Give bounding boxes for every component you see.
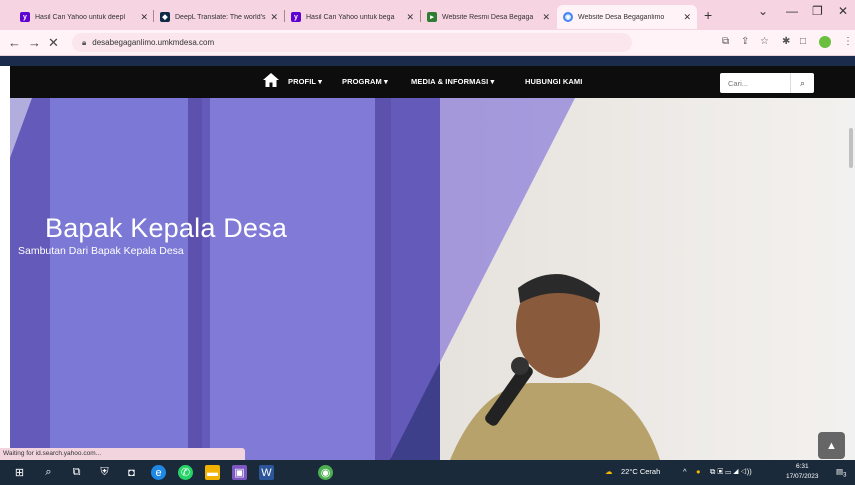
site-icon: ▸ bbox=[427, 12, 437, 22]
tab-title: DeepL Translate: The world's bbox=[175, 13, 266, 21]
close-window-button[interactable]: ✕ bbox=[838, 4, 848, 18]
taskbar-clock[interactable]: 6:31 17/07/2023 bbox=[786, 462, 819, 482]
browser-tab[interactable]: y Hasil Cari Yahoo untuk bega ✕ bbox=[285, 5, 420, 29]
profile-avatar[interactable] bbox=[819, 36, 831, 48]
minimize-button[interactable]: — bbox=[786, 4, 798, 18]
file-explorer-icon[interactable]: ▬ bbox=[205, 465, 220, 480]
lock-icon: 🔒︎ bbox=[82, 37, 87, 47]
translate-icon[interactable]: ⧉ bbox=[722, 36, 729, 47]
bookmark-star-icon[interactable]: ☆ bbox=[760, 36, 769, 47]
word-icon[interactable]: W bbox=[259, 465, 274, 480]
stop-button[interactable]: ✕ bbox=[48, 35, 59, 51]
tab-title: Hasil Cari Yahoo untuk bega bbox=[306, 13, 395, 21]
windows-taskbar: ⊞ ⌕ ⧉ ⛨ ◘ e ✆ ▬ ▣ W ◉ ☁ 22°C Cerah ^ ● ⧉… bbox=[0, 460, 855, 485]
tray-chevron-icon[interactable]: ^ bbox=[683, 467, 687, 476]
hero-title: Bapak Kepala Desa bbox=[45, 213, 288, 243]
tray-icons[interactable]: ⧉ ▣ ▭ ◢ ◁)) bbox=[710, 467, 752, 477]
nav-hubungi-kami[interactable]: HUBUNGI KAMI bbox=[525, 77, 582, 86]
windows-start-icon[interactable]: ⊞ bbox=[12, 465, 27, 480]
browser-tab[interactable]: y Hasil Cari Yahoo untuk deepl ✕ bbox=[14, 5, 154, 29]
nav-program[interactable]: PROGRAM ▾ bbox=[342, 77, 388, 86]
yahoo-icon: y bbox=[291, 12, 301, 22]
close-tab-icon[interactable]: ✕ bbox=[140, 12, 148, 23]
notification-icon[interactable]: ▤3 bbox=[836, 467, 846, 479]
browser-status-bar: Waiting for id.search.yahoo.com... bbox=[0, 448, 245, 460]
weather-text[interactable]: 22°C Cerah bbox=[621, 467, 660, 476]
close-tab-icon[interactable]: ✕ bbox=[270, 12, 278, 23]
whatsapp-icon[interactable]: ✆ bbox=[178, 465, 193, 480]
tab-title: Hasil Cari Yahoo untuk deepl bbox=[35, 13, 126, 21]
new-tab-button[interactable]: + bbox=[704, 7, 712, 23]
browser-tab-active[interactable]: ◉ Website Desa Begaganlimo ✕ bbox=[557, 5, 697, 29]
security-icon[interactable]: ⛨ bbox=[97, 465, 112, 480]
browser-tab-strip: y Hasil Cari Yahoo untuk deepl ✕ ◆ DeepL… bbox=[0, 0, 855, 30]
scroll-to-top-button[interactable]: ▲ bbox=[818, 432, 845, 459]
share-icon[interactable]: ⇪ bbox=[741, 36, 749, 47]
browser-toolbar: ← → ✕ 🔒︎ desabegaganlimo.umkmdesa.com ⧉ … bbox=[0, 30, 855, 56]
yahoo-icon: y bbox=[20, 12, 30, 22]
app-icon[interactable]: ▣ bbox=[232, 465, 247, 480]
hero-banner: Bapak Kepala Desa Sambutan Dari Bapak Ke… bbox=[10, 98, 847, 460]
home-icon[interactable] bbox=[263, 73, 279, 87]
close-tab-icon[interactable]: ✕ bbox=[683, 12, 691, 23]
site-top-band bbox=[0, 56, 855, 66]
browser-tab[interactable]: ▸ Website Resmi Desa Begaga ✕ bbox=[421, 5, 556, 29]
screen: y Hasil Cari Yahoo untuk deepl ✕ ◆ DeepL… bbox=[0, 0, 855, 485]
address-bar[interactable]: 🔒︎ desabegaganlimo.umkmdesa.com bbox=[72, 33, 632, 52]
nav-profil[interactable]: PROFIL ▾ bbox=[288, 77, 322, 86]
close-tab-icon[interactable]: ✕ bbox=[406, 12, 414, 23]
weather-icon: ☁ bbox=[605, 467, 613, 476]
sidebar-icon[interactable]: □ bbox=[800, 36, 806, 47]
edge-icon[interactable]: e bbox=[151, 465, 166, 480]
search-icon[interactable]: ⌕ bbox=[41, 465, 56, 480]
page-scrollbar[interactable] bbox=[847, 98, 855, 460]
search-input[interactable] bbox=[720, 73, 790, 93]
task-view-icon[interactable]: ⧉ bbox=[69, 465, 84, 480]
back-button[interactable]: ← bbox=[8, 35, 21, 50]
tab-title: Website Desa Begaganlimo bbox=[578, 13, 665, 21]
hero-image bbox=[10, 98, 847, 460]
tray-app-icon[interactable]: ● bbox=[696, 467, 701, 476]
site-search: ⌕ bbox=[720, 73, 814, 93]
site-navbar: PROFIL ▾ PROGRAM ▾ MEDIA & INFORMASI ▾ H… bbox=[10, 66, 855, 98]
hero-subtitle: Sambutan Dari Bapak Kepala Desa bbox=[18, 245, 184, 257]
search-icon[interactable]: ⌕ bbox=[790, 73, 814, 93]
maximize-button[interactable]: ❐ bbox=[812, 4, 823, 18]
camera-icon[interactable]: ◘ bbox=[124, 465, 139, 480]
chrome-icon[interactable]: ◉ bbox=[318, 465, 333, 480]
browser-tab[interactable]: ◆ DeepL Translate: The world's ✕ bbox=[154, 5, 284, 29]
nav-media-informasi[interactable]: MEDIA & INFORMASI ▾ bbox=[411, 77, 494, 86]
deepl-icon: ◆ bbox=[160, 12, 170, 22]
tab-search-icon[interactable]: ⌄ bbox=[758, 4, 768, 18]
url-text: desabegaganlimo.umkmdesa.com bbox=[92, 38, 215, 47]
chrome-icon: ◉ bbox=[563, 12, 573, 22]
forward-button[interactable]: → bbox=[28, 35, 41, 50]
extensions-icon[interactable]: ✱ bbox=[782, 36, 790, 47]
tab-title: Website Resmi Desa Begaga bbox=[442, 13, 534, 21]
menu-dots-icon[interactable]: ⋮ bbox=[843, 36, 853, 47]
close-tab-icon[interactable]: ✕ bbox=[542, 12, 550, 23]
